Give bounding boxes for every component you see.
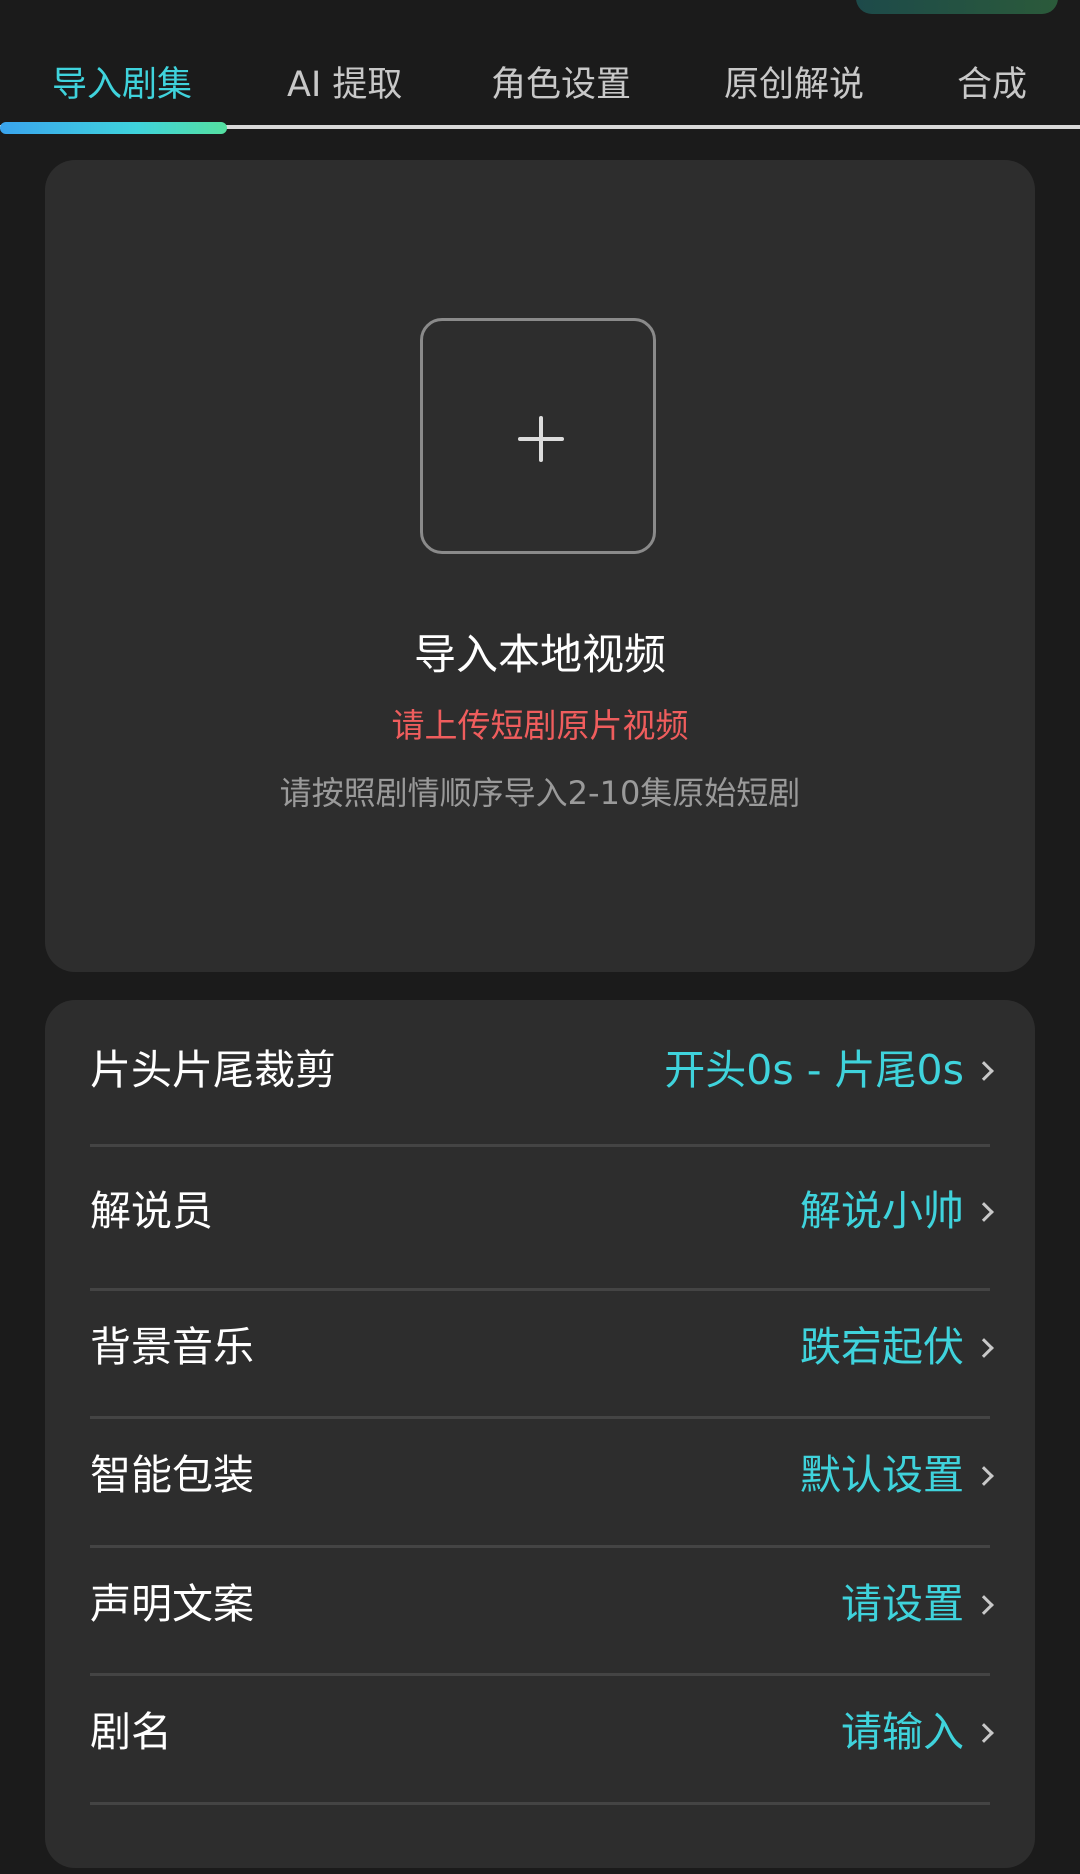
upload-warning: 请上传短剧原片视频 — [391, 706, 689, 745]
setting-row-packaging[interactable]: 智能包装 默认设置 — [90, 1418, 1035, 1548]
setting-value: 请设置 — [841, 1580, 964, 1628]
setting-row-bgm[interactable]: 背景音乐 跌宕起伏 — [90, 1290, 1035, 1419]
tab-character-settings[interactable]: 角色设置 — [491, 60, 631, 110]
chevron-right-icon — [974, 1466, 994, 1486]
setting-row-narrator[interactable]: 解说员 解说小帅 — [90, 1146, 1035, 1291]
upload-hint: 请按照剧情顺序导入2-10集原始短剧 — [279, 774, 801, 812]
chevron-right-icon — [974, 1338, 994, 1358]
setting-value: 开头0s - 片尾0s — [664, 1046, 964, 1094]
setting-value: 解说小帅 — [800, 1187, 964, 1235]
setting-row-statement[interactable]: 声明文案 请设置 — [90, 1547, 1035, 1676]
setting-row-trim[interactable]: 片头片尾裁剪 开头0s - 片尾0s — [90, 1000, 1035, 1147]
chevron-right-icon — [974, 1061, 994, 1081]
tab-ai-extract[interactable]: AI 提取 — [287, 60, 402, 110]
tab-original-narration[interactable]: 原创解说 — [724, 60, 864, 110]
setting-label: 背景音乐 — [90, 1323, 254, 1371]
tab-compose[interactable]: 合成 — [957, 60, 1027, 110]
add-video-button[interactable] — [420, 318, 656, 554]
settings-card: 片头片尾裁剪 开头0s - 片尾0s 解说员 解说小帅 背景音乐 跌宕起伏 智能… — [45, 1000, 1035, 1868]
setting-value: 请输入 — [841, 1708, 964, 1756]
chevron-right-icon — [974, 1723, 994, 1743]
setting-label: 智能包装 — [90, 1451, 254, 1499]
active-tab-indicator — [0, 122, 227, 134]
setting-label: 声明文案 — [90, 1580, 254, 1628]
divider — [90, 1802, 990, 1805]
setting-label: 片头片尾裁剪 — [90, 1046, 336, 1094]
tab-import-episodes[interactable]: 导入剧集 — [52, 60, 192, 110]
setting-label: 剧名 — [90, 1708, 172, 1756]
upload-title: 导入本地视频 — [413, 630, 666, 679]
setting-label: 解说员 — [90, 1187, 213, 1235]
upload-card: 导入本地视频 请上传短剧原片视频 请按照剧情顺序导入2-10集原始短剧 — [45, 160, 1035, 972]
tab-bar: 导入剧集 AI 提取 角色设置 原创解说 合成 — [0, 0, 1080, 134]
setting-value: 跌宕起伏 — [800, 1323, 964, 1371]
chevron-right-icon — [974, 1202, 994, 1222]
setting-value: 默认设置 — [800, 1451, 964, 1499]
chevron-right-icon — [974, 1595, 994, 1615]
setting-row-title[interactable]: 剧名 请输入 — [90, 1675, 1035, 1805]
